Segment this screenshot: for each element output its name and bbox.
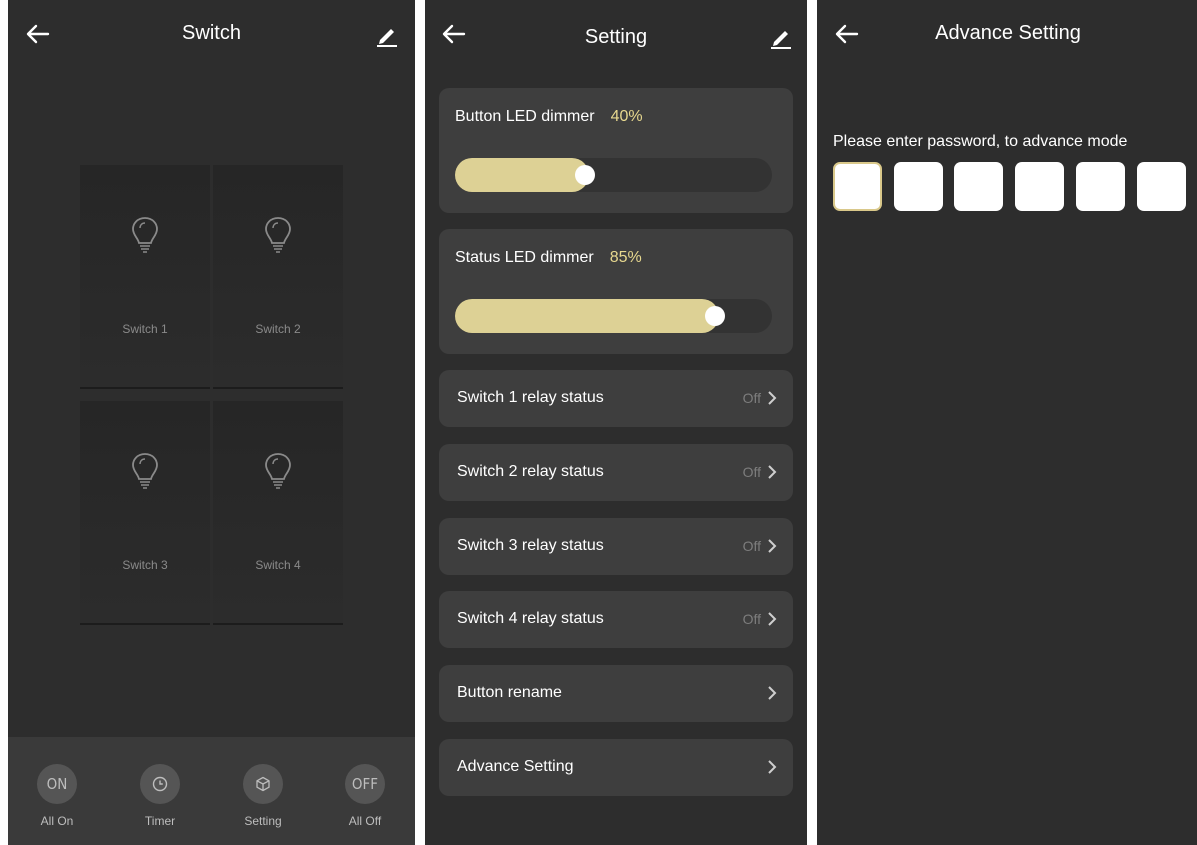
switch-2-relay-status-row[interactable]: Switch 2 relay status Off — [439, 444, 793, 501]
row-value: Off — [742, 464, 761, 480]
chevron-right-icon — [768, 686, 777, 700]
page-title: Setting — [584, 26, 648, 48]
row-label: Button rename — [457, 684, 562, 701]
switch-1-tile[interactable]: Switch 1 — [80, 165, 210, 389]
password-digit-6[interactable] — [1137, 162, 1186, 211]
all-off-button[interactable]: OFF All Off — [325, 764, 405, 828]
row-label: Switch 3 relay status — [457, 537, 604, 554]
switch-label: Switch 4 — [255, 558, 301, 572]
switch-4-relay-status-row[interactable]: Switch 4 relay status Off — [439, 591, 793, 648]
chevron-right-icon — [768, 612, 777, 626]
setting-button[interactable]: Setting — [223, 764, 303, 828]
advance-setting-row[interactable]: Advance Setting — [439, 739, 793, 796]
advance-setting-screen: Advance Setting Please enter password, t… — [817, 0, 1197, 845]
page-title: Advance Setting — [935, 22, 1081, 44]
timer-button[interactable]: Timer — [120, 764, 200, 828]
row-value: Off — [742, 390, 761, 406]
password-digit-1[interactable] — [833, 162, 882, 211]
chevron-right-icon — [768, 760, 777, 774]
row-label: Advance Setting — [457, 758, 574, 775]
chevron-right-icon — [768, 391, 777, 405]
edit-pencil-icon[interactable] — [374, 22, 400, 48]
setting-screen: Setting Button LED dimmer 40% Status LED … — [425, 0, 807, 845]
status-led-dimmer-card: Status LED dimmer 85% — [439, 229, 793, 354]
chevron-right-icon — [768, 539, 777, 553]
password-digit-2[interactable] — [894, 162, 943, 211]
slider-fill — [455, 158, 589, 192]
switch-screen: Switch Switch 1 Switch 2 Switch 3 Switch… — [8, 0, 415, 845]
status-led-dimmer-value: 85% — [609, 249, 642, 266]
timer-label: Timer — [144, 814, 176, 828]
password-digit-3[interactable] — [954, 162, 1003, 211]
slider-thumb[interactable] — [575, 165, 595, 185]
on-icon: ON — [37, 764, 77, 804]
password-digit-5[interactable] — [1076, 162, 1125, 211]
bulb-icon — [132, 217, 158, 253]
switch-grid: Switch 1 Switch 2 Switch 3 Switch 4 — [80, 165, 343, 625]
switch-3-tile[interactable]: Switch 3 — [80, 401, 210, 625]
status-led-dimmer-label: Status LED dimmer — [455, 249, 594, 266]
slider-thumb[interactable] — [705, 306, 725, 326]
clock-icon — [152, 776, 168, 792]
button-led-dimmer-value: 40% — [610, 108, 643, 125]
switch-4-tile[interactable]: Switch 4 — [213, 401, 343, 625]
button-led-slider[interactable] — [455, 158, 772, 192]
row-value: Off — [742, 538, 761, 554]
row-label: Switch 2 relay status — [457, 463, 604, 480]
slider-fill — [455, 299, 719, 333]
status-led-slider[interactable] — [455, 299, 772, 333]
row-label: Switch 4 relay status — [457, 610, 604, 627]
switch-label: Switch 1 — [122, 322, 168, 336]
button-led-dimmer-label: Button LED dimmer — [455, 108, 595, 125]
chevron-right-icon — [768, 465, 777, 479]
button-led-dimmer-card: Button LED dimmer 40% — [439, 88, 793, 213]
bottom-action-bar: ON All On Timer Setting OFF All Off — [8, 737, 415, 845]
bulb-icon — [132, 453, 158, 489]
row-value: Off — [742, 611, 761, 627]
switch-1-relay-status-row[interactable]: Switch 1 relay status Off — [439, 370, 793, 427]
edit-pencil-icon[interactable] — [768, 24, 794, 50]
all-on-label: All On — [40, 814, 74, 828]
switch-2-tile[interactable]: Switch 2 — [213, 165, 343, 389]
off-icon: OFF — [345, 764, 385, 804]
cube-icon — [256, 776, 270, 792]
switch-3-relay-status-row[interactable]: Switch 3 relay status Off — [439, 518, 793, 575]
page-title: Switch — [182, 22, 241, 44]
bulb-icon — [265, 453, 291, 489]
setting-label: Setting — [244, 814, 282, 828]
switch-label: Switch 2 — [255, 322, 301, 336]
bulb-icon — [265, 217, 291, 253]
row-label: Switch 1 relay status — [457, 389, 604, 406]
password-digit-4[interactable] — [1015, 162, 1064, 211]
all-on-button[interactable]: ON All On — [17, 764, 97, 828]
password-prompt: Please enter password, to advance mode — [833, 133, 1128, 150]
switch-label: Switch 3 — [122, 558, 168, 572]
button-rename-row[interactable]: Button rename — [439, 665, 793, 722]
all-off-label: All Off — [348, 814, 382, 828]
